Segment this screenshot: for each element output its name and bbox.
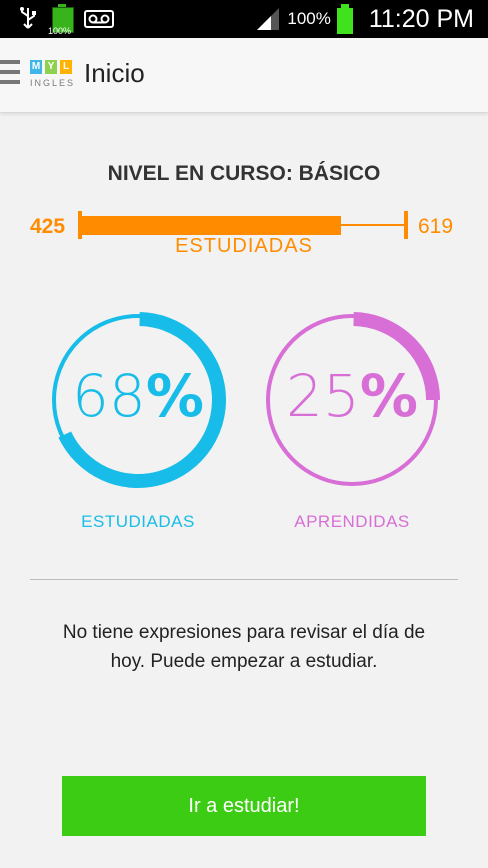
level-progress-label: ESTUDIADAS [175,235,313,257]
empty-review-message: No tiene expresiones para revisar el día… [62,622,426,672]
app-logo[interactable]: M Y L INGLES [30,60,74,100]
status-bar: 100% 100% 11:20 PM [0,0,488,38]
studied-label: ESTUDIADAS [81,512,195,531]
logo-word: INGLES [30,78,76,88]
level-progress-fill [80,216,341,235]
logo-letter-y: Y [45,60,57,74]
studied-gauge: 68% [48,310,228,490]
usb-icon [20,7,36,29]
level-title: NIVEL EN CURSO: BÁSICO [107,162,381,185]
logo-letter-l: L [60,60,72,74]
level-progress: 425 619 ESTUDIADAS [0,205,488,265]
signal-icon [257,8,280,30]
studied-percent: 68% [48,362,228,430]
menu-icon[interactable] [0,60,20,90]
status-right-icons: 100% 11:20 PM [255,0,474,38]
app-bar: M Y L INGLES Inicio [0,38,488,113]
learned-value: 25 [286,362,360,430]
start-studying-button[interactable]: Ir a estudiar! [62,776,426,836]
studied-value: 68 [72,362,146,430]
battery-percent: 100% [287,9,331,28]
studied-percent-symbol: % [145,362,204,430]
battery-full-icon [336,4,353,34]
status-left-icons: 100% [18,4,114,36]
small-battery-label: 100% [48,26,72,36]
logo-letter-m: M [30,60,42,74]
learned-gauge: 25% [262,310,442,490]
clock: 11:20 PM [368,4,474,33]
divider [30,579,458,580]
learned-percent: 25% [262,362,442,430]
battery-icon: 100% [48,4,74,36]
page-title: Inicio [84,58,145,88]
voicemail-icon [84,10,114,28]
learned-percent-symbol: % [359,362,418,430]
learned-label: APRENDIDAS [294,512,410,531]
